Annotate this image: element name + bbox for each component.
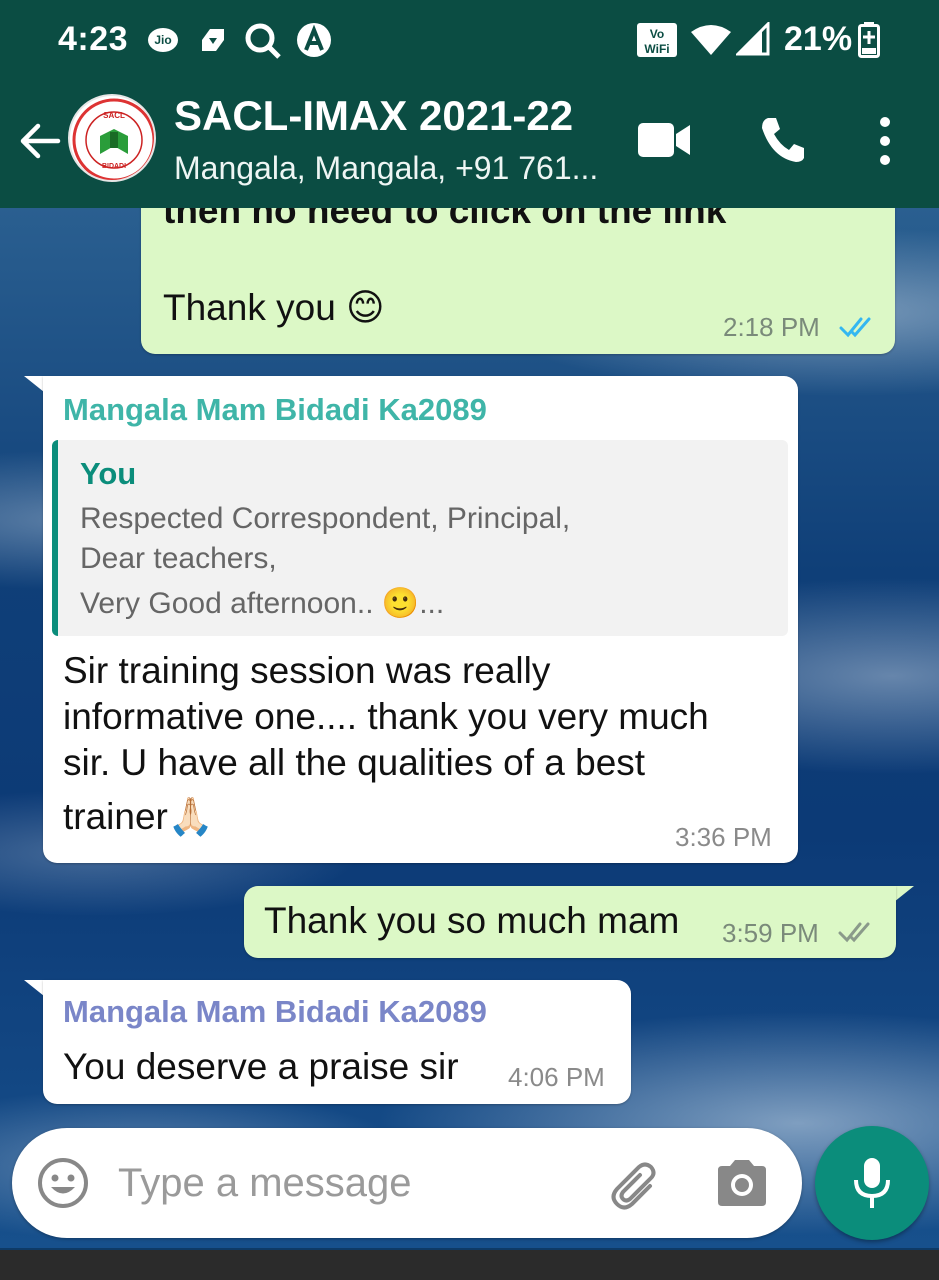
svg-text:SACL: SACL	[103, 111, 125, 120]
voice-message-button[interactable]	[815, 1126, 929, 1240]
message-bubble-incoming[interactable]: Mangala Mam Bidadi Ka2089 You Respected …	[43, 376, 798, 863]
message-time: 2:18 PM	[723, 312, 820, 342]
message-body: Sir training session was really informat…	[63, 648, 783, 840]
message-partial-text: then no need to click on the link	[163, 208, 727, 231]
search-icon	[245, 23, 281, 59]
message-text: You deserve a praise sir	[63, 1046, 459, 1087]
svg-text:BIDADI: BIDADI	[102, 163, 126, 170]
quoted-line: Respected Correspondent, Principal,	[80, 502, 571, 535]
message-line: sir. U have all the qualities of a best	[63, 742, 646, 783]
chat-wallpaper: then no need to click on the link Thank …	[0, 208, 939, 1248]
quoted-author: You	[80, 456, 137, 491]
battery-percentage: 21%	[784, 20, 853, 58]
message-time: 3:36 PM	[675, 822, 772, 852]
read-double-check-icon	[839, 317, 871, 338]
back-arrow-icon[interactable]	[16, 116, 66, 166]
status-bar: 4:23 Jio Vo WiFi 21%	[0, 0, 939, 72]
svg-text:Vo: Vo	[650, 27, 664, 41]
app-a-icon	[297, 23, 331, 57]
message-line: informative one.... thank you very much	[63, 696, 709, 737]
microphone-icon	[854, 1158, 890, 1208]
message-time: 4:06 PM	[508, 1062, 605, 1092]
quoted-line: Very Good afternoon.. 🙂...	[80, 587, 445, 620]
message-line: Sir training session was really	[63, 650, 551, 691]
jio-icon: Jio	[148, 28, 178, 52]
quoted-message[interactable]: You Respected Correspondent, Principal, …	[52, 440, 788, 636]
wifi-icon	[691, 25, 731, 55]
message-text: Thank you 😊	[163, 287, 385, 328]
vowifi-icon: Vo WiFi	[637, 23, 677, 57]
status-time: 4:23	[58, 20, 129, 58]
svg-text:WiFi: WiFi	[644, 42, 669, 56]
message-time: 3:59 PM	[722, 918, 819, 948]
sacl-logo-icon: SACL BIDADI	[72, 98, 154, 180]
chat-header: SACL BIDADI SACL-IMAX 2021-22 Mangala, M…	[0, 72, 939, 208]
message-bubble-outgoing[interactable]: Thank you so much mam 3:59 PM	[244, 886, 896, 958]
delivered-double-check-icon	[838, 922, 870, 943]
message-composer	[12, 1128, 802, 1238]
message-text: Thank you so much mam	[264, 900, 680, 941]
message-input[interactable]	[118, 1152, 588, 1214]
battery-charging-icon	[858, 22, 880, 58]
navigation-app-icon	[202, 29, 224, 51]
emoji-icon[interactable]	[36, 1156, 90, 1210]
sender-name[interactable]: Mangala Mam Bidadi Ka2089	[63, 392, 487, 428]
system-nav-bar	[0, 1250, 939, 1280]
chat-participants[interactable]: Mangala, Mangala, +91 761...	[174, 150, 598, 187]
attach-paperclip-icon[interactable]	[606, 1156, 666, 1214]
chat-title[interactable]: SACL-IMAX 2021-22	[174, 92, 573, 140]
video-call-icon[interactable]	[636, 120, 692, 160]
message-bubble-outgoing[interactable]: then no need to click on the link Thank …	[141, 208, 895, 354]
more-options-icon[interactable]	[870, 114, 900, 168]
message-bubble-incoming[interactable]: Mangala Mam Bidadi Ka2089 You deserve a …	[43, 980, 631, 1104]
quoted-line: Dear teachers,	[80, 542, 277, 575]
group-avatar[interactable]: SACL BIDADI	[68, 94, 156, 182]
camera-icon[interactable]	[714, 1158, 770, 1208]
sender-name[interactable]: Mangala Mam Bidadi Ka2089	[63, 994, 487, 1030]
signal-icon	[736, 22, 770, 56]
voice-call-icon[interactable]	[756, 114, 808, 166]
